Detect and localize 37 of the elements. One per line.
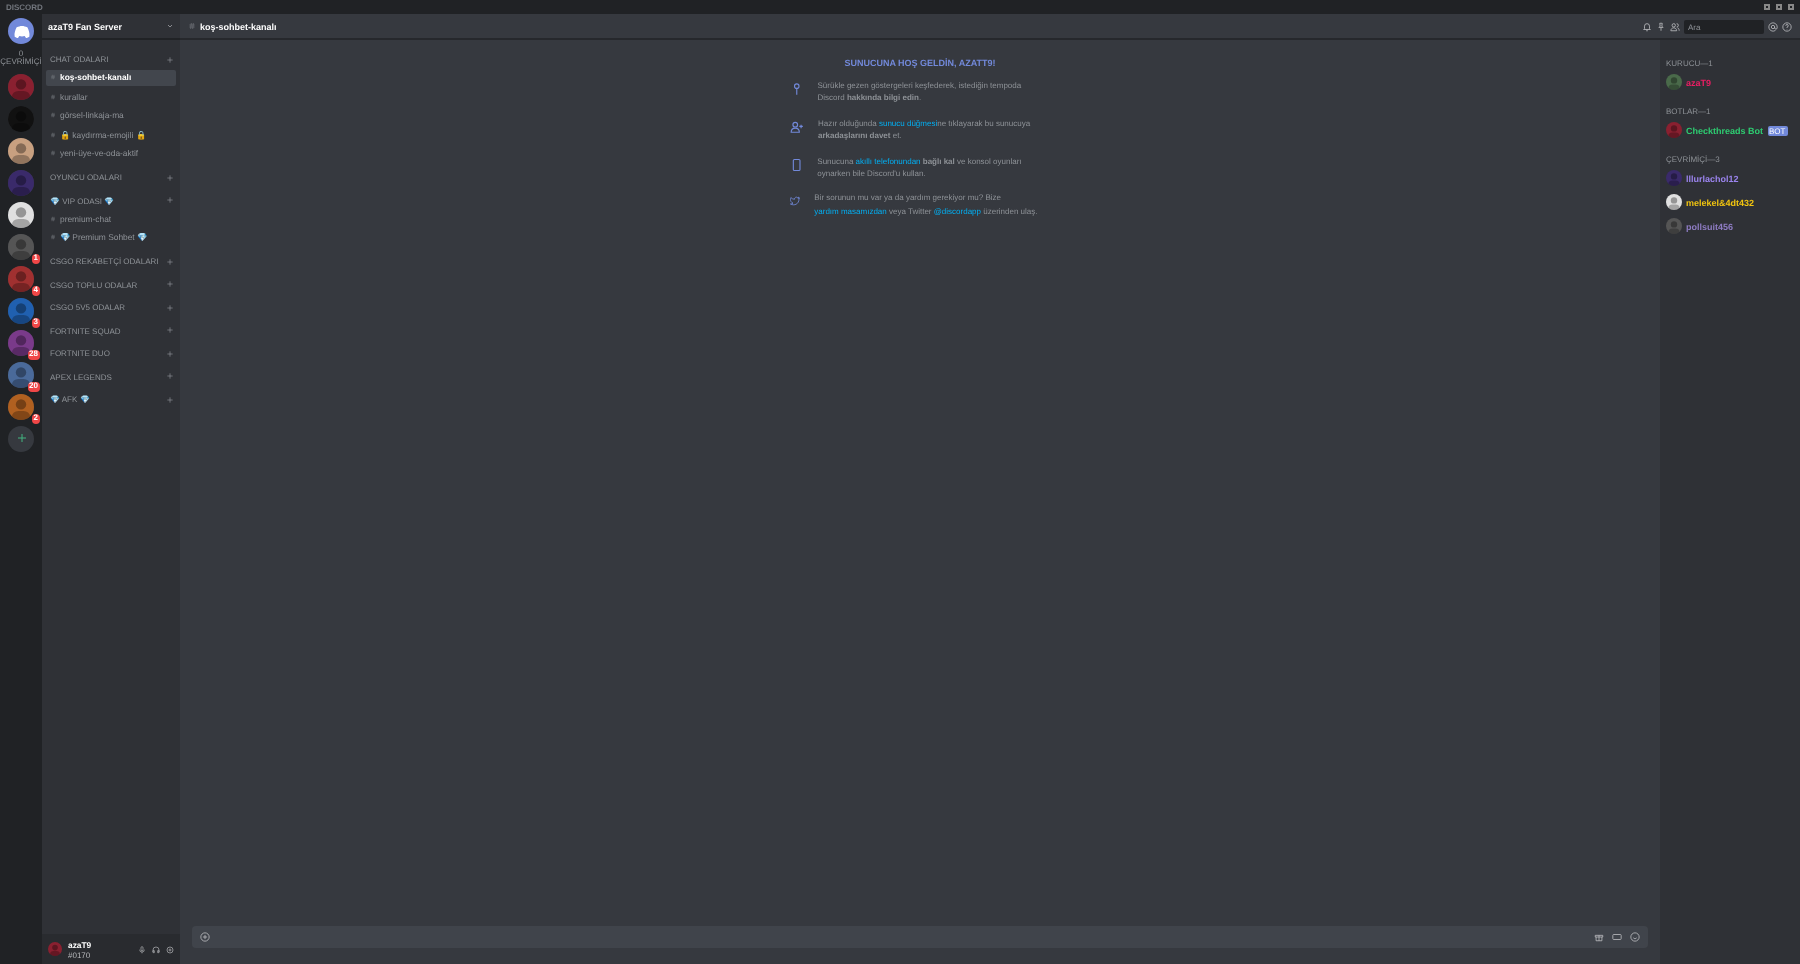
add-server-button[interactable] xyxy=(8,425,34,452)
hash-icon xyxy=(188,22,196,30)
server-icon[interactable] xyxy=(8,201,34,228)
phone-icon xyxy=(790,155,804,174)
pin-icon xyxy=(1656,21,1666,31)
plus-icon xyxy=(166,372,174,380)
minimize-icon[interactable] xyxy=(1764,4,1770,10)
headphones-icon xyxy=(152,945,160,953)
plus-icon xyxy=(166,55,174,63)
help-icon xyxy=(1782,21,1792,31)
home-button[interactable] xyxy=(8,18,34,44)
bird-icon xyxy=(790,192,801,211)
gif-icon xyxy=(1612,932,1622,942)
emoji-icon xyxy=(1630,932,1640,942)
plus-circle-icon xyxy=(200,932,210,942)
plus-icon xyxy=(166,257,174,265)
server-icon[interactable] xyxy=(8,137,34,164)
add-user-icon xyxy=(790,117,804,136)
pin-icon xyxy=(790,80,804,98)
members-icon xyxy=(1670,21,1680,31)
message-input[interactable] xyxy=(192,926,1648,948)
settings-icon xyxy=(166,945,174,953)
mention-icon xyxy=(1768,21,1778,31)
plus-icon xyxy=(166,326,174,334)
bell-icon xyxy=(1642,21,1652,31)
plus-icon xyxy=(166,349,174,357)
plus-icon xyxy=(15,432,27,445)
controller-icon xyxy=(13,25,29,37)
gift-icon xyxy=(1594,932,1604,942)
plus-icon xyxy=(166,303,174,311)
close-icon[interactable] xyxy=(1788,4,1794,10)
plus-icon xyxy=(166,280,174,288)
plus-icon xyxy=(166,196,174,204)
plus-icon xyxy=(166,395,174,403)
maximize-icon[interactable] xyxy=(1776,4,1782,10)
plus-icon xyxy=(166,173,174,181)
microphone-icon xyxy=(138,945,146,953)
